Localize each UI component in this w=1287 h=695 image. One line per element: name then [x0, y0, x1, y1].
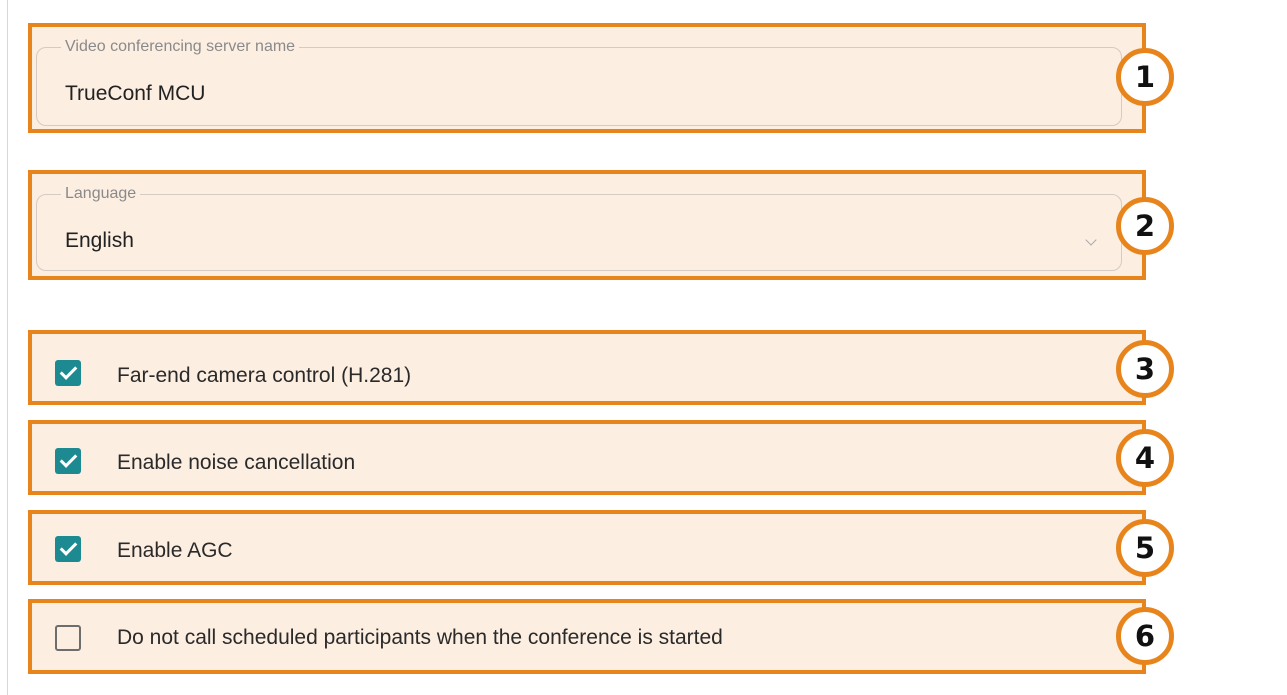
- option-label-noise-cancellation: Enable noise cancellation: [117, 451, 356, 474]
- language-select[interactable]: Language English: [36, 185, 1122, 271]
- checkbox-do-not-call-scheduled[interactable]: [55, 625, 81, 651]
- callout-badge-4: 4: [1116, 429, 1174, 487]
- checkbox-agc[interactable]: [55, 536, 81, 562]
- checkbox-noise-cancellation[interactable]: [55, 448, 81, 474]
- chevron-down-icon[interactable]: [1085, 234, 1097, 246]
- language-label: Language: [65, 185, 137, 202]
- option-highlight-agc: Enable AGC: [28, 510, 1146, 585]
- callout-badge-2: 2: [1116, 197, 1174, 255]
- checkbox-far-end-camera-control[interactable]: [55, 360, 81, 386]
- callout-badge-6: 6: [1116, 607, 1174, 665]
- server-name-field[interactable]: Video conferencing server name TrueConf …: [36, 38, 1122, 126]
- callout-badge-1: 1: [1116, 48, 1174, 106]
- language-highlight: Language English: [28, 170, 1146, 280]
- option-highlight-scheduled: Do not call scheduled participants when …: [28, 599, 1146, 674]
- option-highlight-h281: Far-end camera control (H.281): [28, 330, 1146, 405]
- option-label-do-not-call-scheduled: Do not call scheduled participants when …: [117, 626, 723, 649]
- server-name-highlight: Video conferencing server name TrueConf …: [28, 23, 1146, 133]
- server-name-label: Video conferencing server name: [65, 38, 296, 55]
- option-label-agc: Enable AGC: [117, 539, 233, 562]
- left-divider: [7, 0, 8, 695]
- callout-badge-5: 5: [1116, 519, 1174, 577]
- language-value: English: [65, 229, 134, 252]
- callout-badge-3: 3: [1116, 340, 1174, 398]
- server-name-input[interactable]: TrueConf MCU: [65, 82, 205, 106]
- option-label-far-end-camera-control: Far-end camera control (H.281): [117, 364, 412, 387]
- option-highlight-noise: Enable noise cancellation: [28, 420, 1146, 495]
